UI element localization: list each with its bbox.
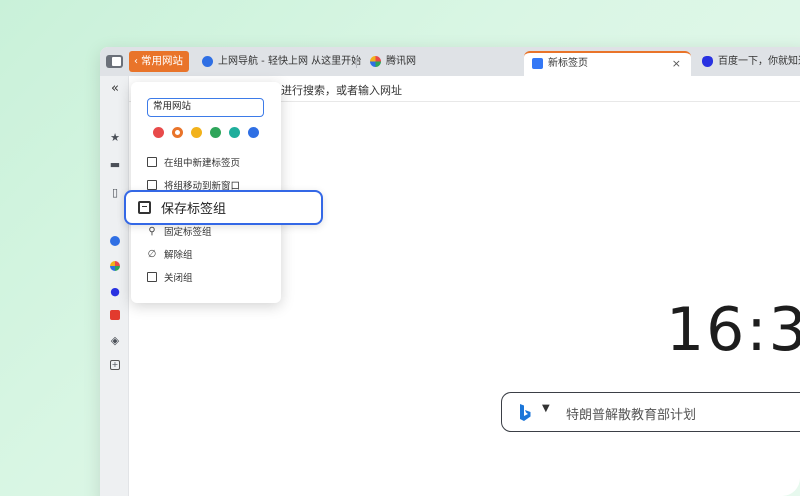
tab-baidu[interactable]: 百度一下，你就知道 xyxy=(694,51,800,76)
baidu-paw-icon xyxy=(702,56,713,67)
engine-dropdown-icon[interactable]: ▼ xyxy=(542,403,550,414)
tab-group-chip[interactable]: ‹ 常用网站 xyxy=(129,51,189,72)
newtab-icon xyxy=(532,58,543,69)
pin-icon: ⚲ xyxy=(148,225,156,237)
baidu-paw-icon[interactable]: ● xyxy=(109,285,121,298)
search-placeholder: 特朗普解散教育部计划 xyxy=(566,408,697,423)
menu-item-label: 解除组 xyxy=(164,250,193,261)
color-orange-swatch[interactable] xyxy=(172,127,183,138)
bing-logo-icon xyxy=(520,404,531,421)
group-name-input[interactable]: 常用网站 xyxy=(147,98,264,117)
tab-label: 腾讯网 xyxy=(386,56,416,67)
group-color-picker xyxy=(153,127,259,138)
add-panel-icon[interactable]: + xyxy=(109,359,121,371)
save-group-icon xyxy=(138,201,151,214)
menu-item-label: 关闭组 xyxy=(164,273,193,284)
tab-groups-toggle-icon[interactable] xyxy=(106,55,123,68)
color-green-swatch[interactable] xyxy=(210,127,221,138)
star-icon[interactable]: ★ xyxy=(109,131,121,144)
address-placeholder: 进行搜索，或者输入网址 xyxy=(281,84,402,97)
color-red-swatch[interactable] xyxy=(153,127,164,138)
color-yellow-swatch[interactable] xyxy=(191,127,202,138)
tab-label: 百度一下，你就知道 xyxy=(718,56,800,67)
move-group-icon xyxy=(147,180,157,190)
screen: ‹ 常用网站 上网导航 - 轻快上网 从这里开始 腾讯网 新标签页 × 百度一下，… xyxy=(0,0,800,496)
search-logo-icon xyxy=(202,56,213,67)
color-teal-swatch[interactable] xyxy=(229,127,240,138)
menu-item-close-group[interactable]: 关闭组 xyxy=(147,270,193,284)
chevron-left-icon: ‹ xyxy=(134,56,138,67)
collapse-sidebar-icon[interactable]: « xyxy=(109,81,121,96)
new-tab-in-group-icon xyxy=(147,157,157,167)
menu-item-new-tab-in-group[interactable]: 在组中新建标签页 xyxy=(147,155,240,169)
close-group-icon xyxy=(147,272,157,282)
color-blue-swatch[interactable] xyxy=(248,127,259,138)
ungroup-icon: ∅ xyxy=(147,248,157,260)
tab-new-tab[interactable]: 新标签页 × xyxy=(524,51,691,76)
tab-group-label: 常用网站 xyxy=(141,55,183,67)
menu-item-ungroup[interactable]: ∅ 解除组 xyxy=(147,247,193,262)
left-sidebar: « ★ ▬ ▯ ● ◈ + xyxy=(100,76,129,496)
tab-bar: ‹ 常用网站 上网导航 - 轻快上网 从这里开始 腾讯网 新标签页 × 百度一下，… xyxy=(100,47,800,76)
tencent-logo-icon[interactable] xyxy=(109,260,121,272)
menu-item-label: 固定标签组 xyxy=(164,227,212,238)
folder-icon[interactable]: ▬ xyxy=(109,158,121,171)
menu-item-label: 在组中新建标签页 xyxy=(164,158,241,169)
tencent-logo-icon xyxy=(370,56,381,67)
menu-item-pin-group[interactable]: ⚲ 固定标签组 xyxy=(147,224,212,239)
menu-item-save-group[interactable]: 保存标签组 xyxy=(124,190,323,225)
search-box[interactable]: ▼ 特朗普解散教育部计划 xyxy=(501,392,800,432)
menu-item-label: 保存标签组 xyxy=(161,202,227,217)
close-tab-icon[interactable]: × xyxy=(672,53,681,74)
app-red-icon[interactable] xyxy=(109,309,121,321)
tab-separator xyxy=(356,57,357,68)
tab-shangwang-daohang[interactable]: 上网导航 - 轻快上网 从这里开始 xyxy=(194,51,361,76)
layers-icon[interactable]: ◈ xyxy=(109,334,121,347)
tab-label: 新标签页 xyxy=(548,58,588,69)
tab-tencent[interactable]: 腾讯网 xyxy=(362,51,512,76)
reading-list-icon[interactable]: ▯ xyxy=(109,186,121,199)
tab-label: 上网导航 - 轻快上网 从这里开始 xyxy=(218,56,362,67)
clock: 16:3 xyxy=(666,295,800,365)
search-logo-icon[interactable] xyxy=(109,235,121,247)
